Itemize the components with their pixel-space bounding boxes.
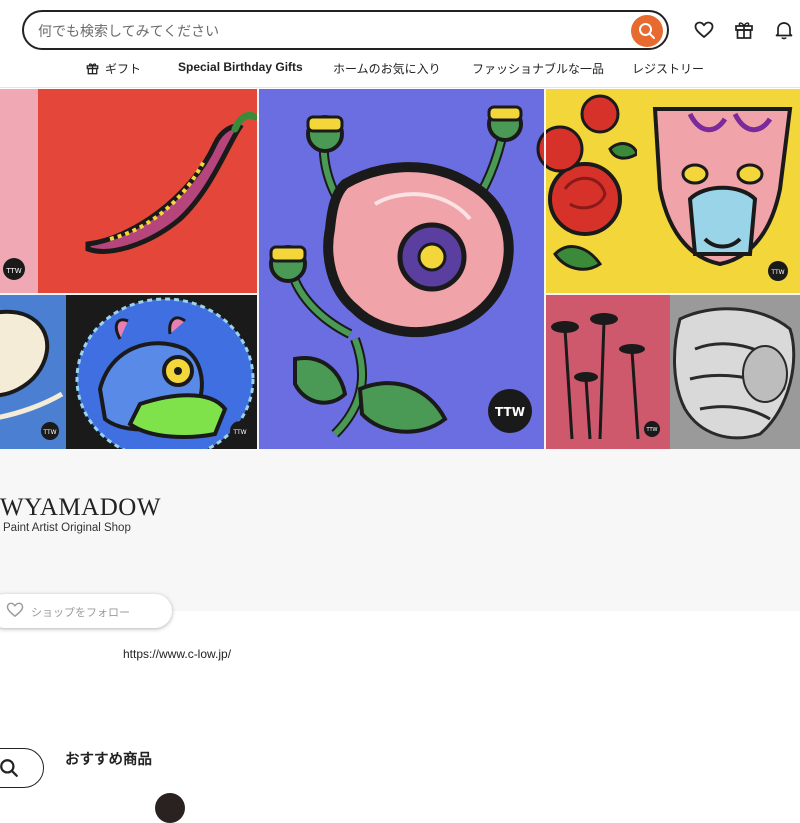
- category-nav: ギフト Special Birthday Gifts ホームのお気に入り ファッ…: [0, 58, 800, 80]
- search-input[interactable]: [38, 20, 618, 42]
- shop-banner: TTW TTW TTW TTW TTW TTW: [0, 89, 800, 449]
- banner-collage-image: TTW TTW TTW TTW TTW TTW: [0, 89, 800, 449]
- shop-tagline: Paint Artist Original Shop: [3, 522, 131, 534]
- nav-item-label: ギフト: [105, 62, 142, 76]
- heart-icon: [6, 602, 24, 617]
- shop-name: WYAMADOW: [0, 494, 161, 521]
- signature-mark: TTW: [232, 429, 246, 436]
- signature-mark: TTW: [495, 405, 525, 419]
- site-header: -: [0, 0, 800, 88]
- favorites-button[interactable]: [692, 18, 716, 42]
- gift-icon: [86, 63, 99, 75]
- nav-item-special-birthday-gifts[interactable]: Special Birthday Gifts: [178, 60, 303, 74]
- follow-shop-button[interactable]: ショップをフォロー: [0, 594, 172, 628]
- search-icon: [0, 759, 18, 777]
- signature-mark: TTW: [646, 427, 658, 433]
- recommended-section-title: おすすめ商品: [65, 752, 152, 768]
- heart-icon: [694, 21, 714, 38]
- nav-item-gifts[interactable]: ギフト: [86, 60, 141, 77]
- shop-search-button[interactable]: [0, 748, 44, 788]
- signature-mark: TTW: [770, 269, 784, 276]
- search-icon: [639, 23, 655, 39]
- notifications-button[interactable]: [772, 18, 796, 42]
- search-bar[interactable]: [22, 10, 669, 50]
- gifts-button[interactable]: [732, 18, 756, 42]
- nav-item-home-favorites[interactable]: ホームのお気に入り: [333, 60, 441, 77]
- nav-item-fashionable[interactable]: ファッショナブルな一品: [472, 60, 604, 77]
- follow-label: ショップをフォロー: [31, 607, 130, 619]
- bell-icon: [775, 22, 793, 40]
- gift-icon: [735, 22, 753, 39]
- shop-info-section: WYAMADOW Paint Artist Original Shop ショップ…: [0, 449, 800, 628]
- search-button[interactable]: [631, 15, 663, 47]
- avatar[interactable]: [155, 793, 185, 823]
- shop-website-link[interactable]: https://www.c-low.jp/: [123, 647, 231, 661]
- signature-mark: TTW: [42, 429, 56, 436]
- nav-item-registry[interactable]: レジストリー: [632, 60, 704, 77]
- signature-mark: TTW: [5, 267, 21, 275]
